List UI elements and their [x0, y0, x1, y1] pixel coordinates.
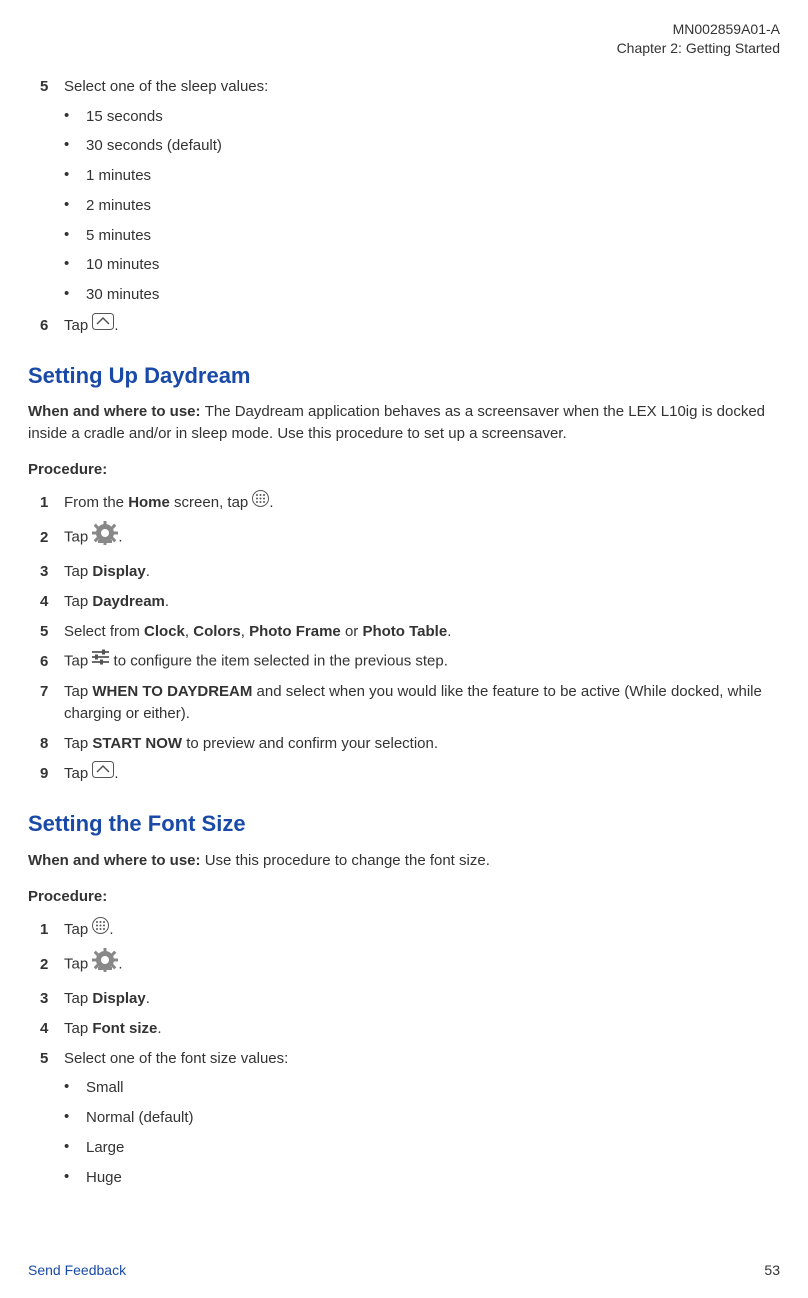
step-number: 6 — [40, 315, 64, 337]
step-number: 4 — [40, 591, 64, 613]
daydream-step-6: 6 Tap to configure the item selected in … — [40, 650, 780, 673]
sliders-icon — [92, 649, 109, 672]
procedure-label: Procedure: — [28, 886, 780, 908]
fontsize-step-2: 2 Tap . — [40, 949, 780, 980]
sleep-step-6: 6 Tap . — [40, 314, 780, 338]
step-number: 6 — [40, 651, 64, 673]
step-text: Tap to configure the item selected in th… — [64, 650, 780, 673]
send-feedback-link[interactable]: Send Feedback — [28, 1260, 126, 1280]
step-text: Tap . — [64, 949, 780, 980]
step-text: From the Home screen, tap . — [64, 491, 780, 515]
home-icon — [92, 313, 114, 337]
daydream-step-4: 4 Tap Daydream. — [40, 591, 780, 613]
fontsize-step-5: 5 Select one of the font size values: — [40, 1048, 780, 1070]
step-number: 9 — [40, 763, 64, 785]
font-values-list: •Small •Normal (default) •Large •Huge — [64, 1077, 780, 1188]
step-number: 3 — [40, 561, 64, 583]
step-text: Select from Clock, Colors, Photo Frame o… — [64, 621, 780, 643]
list-item: •30 seconds (default) — [64, 135, 780, 157]
step-number: 5 — [40, 621, 64, 643]
step-text: Tap START NOW to preview and confirm you… — [64, 733, 780, 755]
step-text: Tap Display. — [64, 988, 780, 1010]
list-item: •Huge — [64, 1167, 780, 1189]
fontsize-when-paragraph: When and where to use: Use this procedur… — [28, 850, 780, 872]
heading-setting-up-daydream: Setting Up Daydream — [28, 360, 780, 392]
fontsize-step-3: 3 Tap Display. — [40, 988, 780, 1010]
apps-grid-icon — [92, 917, 109, 941]
settings-icon — [92, 521, 118, 552]
step-number: 1 — [40, 919, 64, 941]
list-item: •30 minutes — [64, 284, 780, 306]
step-text: Tap . — [64, 762, 780, 786]
list-item: •Normal (default) — [64, 1107, 780, 1129]
daydream-step-8: 8 Tap START NOW to preview and confirm y… — [40, 733, 780, 755]
step-text: Tap Font size. — [64, 1018, 780, 1040]
step-text: Select one of the sleep values: — [64, 76, 780, 98]
document-id: MN002859A01-A — [28, 20, 780, 39]
list-item: •Large — [64, 1137, 780, 1159]
daydream-step-7: 7 Tap WHEN TO DAYDREAM and select when y… — [40, 681, 780, 725]
page-footer: Send Feedback 53 — [28, 1260, 780, 1280]
daydream-step-5: 5 Select from Clock, Colors, Photo Frame… — [40, 621, 780, 643]
daydream-step-9: 9 Tap . — [40, 762, 780, 786]
list-item: •5 minutes — [64, 225, 780, 247]
sleep-values-list: •15 seconds •30 seconds (default) •1 min… — [64, 106, 780, 306]
page-number: 53 — [764, 1260, 780, 1280]
step-number: 3 — [40, 988, 64, 1010]
step-number: 4 — [40, 1018, 64, 1040]
step-number: 7 — [40, 681, 64, 725]
step-text: Tap WHEN TO DAYDREAM and select when you… — [64, 681, 780, 725]
step-text: Tap Display. — [64, 561, 780, 583]
list-item: •15 seconds — [64, 106, 780, 128]
daydream-when-paragraph: When and where to use: The Daydream appl… — [28, 401, 780, 445]
step-text: Tap . — [64, 314, 780, 338]
daydream-step-3: 3 Tap Display. — [40, 561, 780, 583]
procedure-label: Procedure: — [28, 459, 780, 481]
settings-icon — [92, 948, 118, 979]
apps-grid-icon — [252, 490, 269, 514]
fontsize-step-4: 4 Tap Font size. — [40, 1018, 780, 1040]
list-item: •1 minutes — [64, 165, 780, 187]
list-item: •10 minutes — [64, 254, 780, 276]
step-number: 5 — [40, 76, 64, 98]
step-number: 2 — [40, 527, 64, 549]
chapter-label: Chapter 2: Getting Started — [28, 39, 780, 58]
step-text: Tap . — [64, 918, 780, 942]
list-item: •Small — [64, 1077, 780, 1099]
step-text: Tap . — [64, 522, 780, 553]
step-number: 2 — [40, 954, 64, 976]
step-number: 5 — [40, 1048, 64, 1070]
heading-setting-font-size: Setting the Font Size — [28, 808, 780, 840]
fontsize-step-1: 1 Tap . — [40, 918, 780, 942]
home-icon — [92, 761, 114, 785]
sleep-step-5: 5 Select one of the sleep values: — [40, 76, 780, 98]
list-item: •2 minutes — [64, 195, 780, 217]
step-number: 8 — [40, 733, 64, 755]
step-text: Select one of the font size values: — [64, 1048, 780, 1070]
daydream-step-1: 1 From the Home screen, tap . — [40, 491, 780, 515]
daydream-step-2: 2 Tap . — [40, 522, 780, 553]
step-text: Tap Daydream. — [64, 591, 780, 613]
page-header: MN002859A01-A Chapter 2: Getting Started — [28, 20, 780, 58]
step-number: 1 — [40, 492, 64, 514]
